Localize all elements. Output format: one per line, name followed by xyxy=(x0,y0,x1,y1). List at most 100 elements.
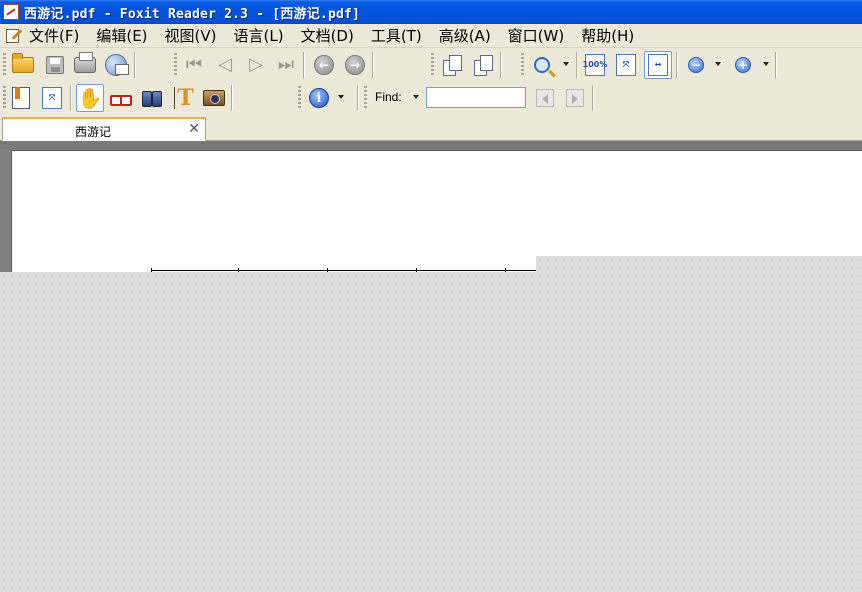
toolbar-grip[interactable] xyxy=(431,53,434,77)
fit-width-button[interactable]: ↔ xyxy=(644,51,672,79)
bookmarks-icon xyxy=(12,87,30,109)
snapshot-button[interactable] xyxy=(200,84,228,112)
info-icon: i xyxy=(309,88,329,108)
select-text-button[interactable]: T xyxy=(170,84,198,112)
zoom-in-button[interactable]: + xyxy=(729,51,757,79)
foxit-app-icon[interactable] xyxy=(3,4,19,20)
email-icon xyxy=(105,54,129,76)
toolbar-grip[interactable] xyxy=(364,86,367,110)
rotate-left-button[interactable] xyxy=(438,51,466,79)
find-label: Find: xyxy=(375,90,402,104)
rotate-right-button[interactable] xyxy=(469,51,497,79)
info-button[interactable]: i xyxy=(305,84,333,112)
print-button[interactable] xyxy=(71,51,99,79)
zoom-out-button[interactable]: − xyxy=(682,51,710,79)
toolbar-grip[interactable] xyxy=(3,53,6,77)
zoom-in-tool-icon xyxy=(534,57,550,73)
print-icon xyxy=(74,52,96,73)
menu-document[interactable]: 文档(D) xyxy=(301,25,354,46)
last-page-icon: ⏭ xyxy=(277,54,295,75)
zoom-tool-button[interactable] xyxy=(528,51,556,79)
go-back-button[interactable]: ← xyxy=(310,51,338,79)
pdf-page[interactable] xyxy=(11,150,862,272)
toolbar-grip[interactable] xyxy=(521,53,524,77)
toolbar-grip[interactable] xyxy=(174,53,177,77)
go-forward-button[interactable]: → xyxy=(341,51,369,79)
find-previous-icon xyxy=(536,89,554,107)
loupe-icon xyxy=(110,91,132,106)
document-tab-bar: 西游记 ✕ xyxy=(0,114,862,142)
menu-edit[interactable]: 编辑(E) xyxy=(96,25,147,46)
table-border-line xyxy=(151,270,537,271)
save-icon xyxy=(46,56,64,74)
first-page-button[interactable]: ⏮ xyxy=(180,51,208,79)
fit-page-button[interactable]: ⤧ xyxy=(612,51,640,79)
tab-document[interactable]: 西游记 ✕ xyxy=(2,117,206,142)
fit-width-icon: ↔ xyxy=(648,54,668,76)
window-title: 西游记.pdf - Foxit Reader 2.3 - [西游记.pdf] xyxy=(24,6,361,22)
main-toolbar: ⏮ ◁ ▷ ⏭ ← → 100% ⤧ ↔ − + xyxy=(0,48,862,81)
toolbar-grip[interactable] xyxy=(298,86,301,110)
thumbnails-icon: ⤧ xyxy=(42,87,62,109)
loupe-button[interactable] xyxy=(107,84,135,112)
find-options-dropdown[interactable] xyxy=(413,95,419,99)
find-input[interactable] xyxy=(426,87,526,108)
menu-help[interactable]: 帮助(H) xyxy=(581,25,634,46)
toolbar-separator xyxy=(500,52,502,78)
menu-file[interactable]: 文件(F) xyxy=(29,25,79,46)
loading-overlay xyxy=(0,272,862,592)
previous-page-icon: ◁ xyxy=(218,54,232,75)
toolbar-separator xyxy=(576,52,578,78)
toolbar-grip[interactable] xyxy=(3,86,6,110)
bookmarks-button[interactable] xyxy=(7,84,35,112)
open-folder-icon xyxy=(12,53,34,73)
next-page-icon: ▷ xyxy=(249,54,263,75)
menu-view[interactable]: 视图(V) xyxy=(165,25,217,46)
toolbar-separator xyxy=(372,52,374,78)
menu-bar: 文件(F) 编辑(E) 视图(V) 语言(L) 文档(D) 工具(T) 高级(A… xyxy=(0,24,862,48)
select-text-icon: T xyxy=(174,87,194,109)
snapshot-icon xyxy=(203,90,225,106)
toolbar-separator xyxy=(357,85,359,111)
zoom-out-icon: − xyxy=(688,57,704,73)
tab-label: 西游记 xyxy=(74,125,111,139)
actual-size-button[interactable]: 100% xyxy=(581,51,609,79)
menu-window[interactable]: 窗口(W) xyxy=(508,25,565,46)
last-page-button[interactable]: ⏭ xyxy=(272,51,300,79)
toolbar-separator xyxy=(231,85,233,111)
find-button[interactable] xyxy=(138,84,166,112)
rotate-left-icon xyxy=(443,55,462,76)
fit-page-icon: ⤧ xyxy=(616,54,636,76)
go-back-icon: ← xyxy=(314,55,334,75)
toolbar-separator xyxy=(134,52,136,78)
zoom-out-dropdown[interactable] xyxy=(715,62,721,66)
document-pen-icon[interactable] xyxy=(5,27,23,45)
menu-advanced[interactable]: 高级(A) xyxy=(439,25,491,46)
find-next-button[interactable] xyxy=(561,84,589,112)
actual-size-icon: 100% xyxy=(583,54,607,76)
previous-page-button[interactable]: ◁ xyxy=(211,51,239,79)
hand-tool-icon: ✋ xyxy=(77,86,103,110)
title-bar: 西游记.pdf - Foxit Reader 2.3 - [西游记.pdf] xyxy=(0,0,862,24)
open-button[interactable] xyxy=(9,51,37,79)
email-button[interactable] xyxy=(102,51,130,79)
toolbar-separator xyxy=(70,85,72,111)
find-binoculars-icon xyxy=(141,89,163,107)
find-previous-button[interactable] xyxy=(531,84,559,112)
next-page-button[interactable]: ▷ xyxy=(242,51,270,79)
close-icon[interactable]: ✕ xyxy=(188,121,200,137)
hand-tool-button[interactable]: ✋ xyxy=(76,84,104,112)
thumbnails-button[interactable]: ⤧ xyxy=(38,84,66,112)
info-dropdown[interactable] xyxy=(338,95,344,99)
zoom-tool-dropdown[interactable] xyxy=(563,62,569,66)
zoom-in-dropdown[interactable] xyxy=(763,62,769,66)
menu-tools[interactable]: 工具(T) xyxy=(371,25,422,46)
menu-language[interactable]: 语言(L) xyxy=(234,25,284,46)
rotate-right-icon xyxy=(474,55,493,76)
toolbar-separator xyxy=(775,52,777,78)
go-forward-icon: → xyxy=(345,55,365,75)
document-view[interactable] xyxy=(0,141,862,592)
first-page-icon: ⏮ xyxy=(185,54,203,75)
save-button[interactable] xyxy=(41,51,69,79)
tools-toolbar: ⤧ ✋ T i Find: xyxy=(0,81,862,114)
